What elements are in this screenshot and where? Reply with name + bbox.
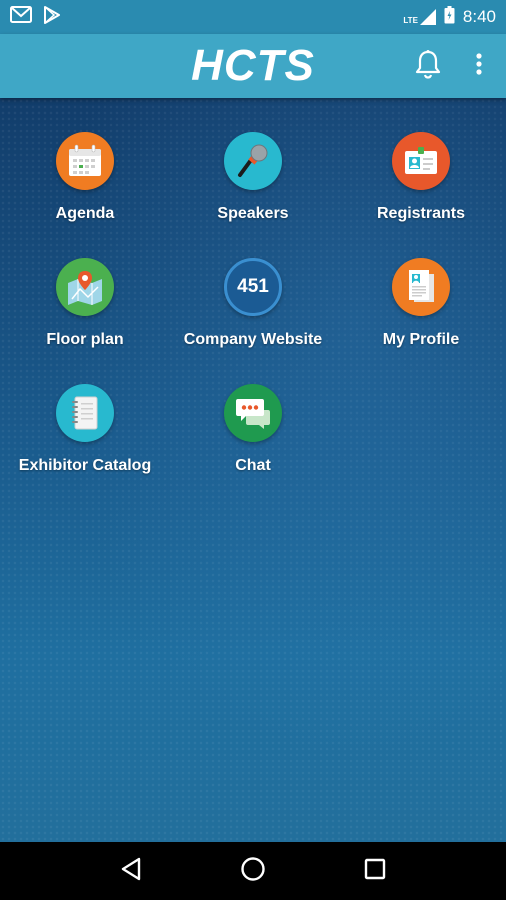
tile-label: Chat	[235, 457, 271, 474]
id-card-icon	[392, 132, 450, 190]
tile-floor-plan[interactable]: Floor plan	[1, 258, 169, 368]
clock: 8:40	[462, 7, 496, 26]
overflow-menu-button[interactable]	[466, 50, 492, 82]
home-button[interactable]	[233, 851, 273, 891]
play-store-icon	[44, 5, 60, 29]
home-circle-icon	[240, 856, 266, 887]
website-icon: 451	[224, 258, 282, 316]
tile-label: Floor plan	[46, 331, 124, 348]
chat-bubbles-icon	[224, 384, 282, 442]
tile-agenda[interactable]: Agenda	[1, 132, 169, 242]
calendar-icon	[56, 132, 114, 190]
status-notifications	[10, 5, 60, 29]
microphone-icon	[224, 132, 282, 190]
tile-registrants[interactable]: Registrants	[337, 132, 505, 242]
notebook-icon	[56, 384, 114, 442]
tile-my-profile[interactable]: My Profile	[337, 258, 505, 368]
system-nav-bar	[0, 842, 506, 900]
battery-icon	[444, 5, 455, 29]
website-badge: 451	[237, 276, 269, 297]
tile-label: Registrants	[376, 205, 466, 222]
tile-label: Company Website	[183, 331, 323, 348]
more-vertical-icon	[476, 52, 482, 80]
status-system: LTE 8:40	[403, 5, 496, 29]
lte-signal-icon: LTE	[403, 9, 436, 25]
tile-label: Speakers	[217, 205, 289, 222]
recents-square-icon	[364, 858, 386, 885]
tile-exhibitor-catalog[interactable]: Exhibitor Catalog	[1, 384, 169, 494]
app-bar: HCTS	[0, 34, 506, 98]
profile-document-icon	[392, 258, 450, 316]
tile-label: Agenda	[55, 205, 115, 222]
bell-icon	[414, 49, 442, 84]
network-type: LTE	[403, 16, 418, 25]
recents-button[interactable]	[355, 851, 395, 891]
main-content: Agenda Speakers Registrants Floor plan 4…	[0, 98, 506, 842]
map-pin-icon	[56, 258, 114, 316]
status-bar: LTE 8:40	[0, 0, 506, 34]
gmail-icon	[10, 6, 32, 28]
tile-label: My Profile	[382, 331, 460, 348]
tile-chat[interactable]: Chat	[169, 384, 337, 494]
tile-company-website[interactable]: 451 Company Website	[169, 258, 337, 368]
app-title: HCTS	[191, 41, 315, 90]
back-triangle-icon	[120, 857, 142, 886]
tile-speakers[interactable]: Speakers	[169, 132, 337, 242]
notifications-button[interactable]	[412, 49, 444, 84]
tile-label: Exhibitor Catalog	[18, 457, 152, 474]
back-button[interactable]	[111, 851, 151, 891]
